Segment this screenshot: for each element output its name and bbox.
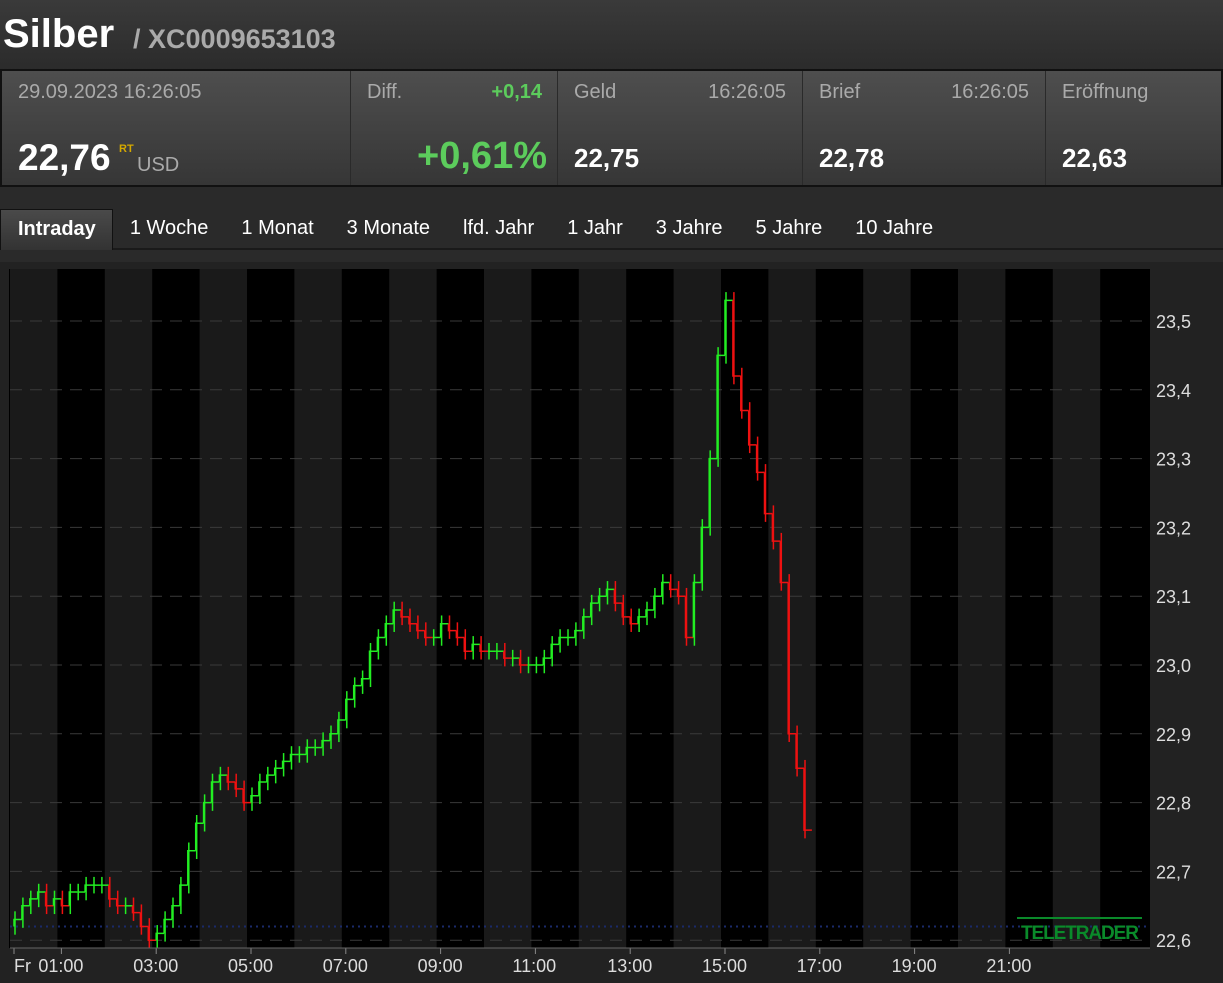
realtime-badge: RT: [119, 143, 134, 155]
hour-stripe: [578, 269, 627, 948]
x-tick-label: 15:00: [702, 956, 747, 976]
hour-stripe: [10, 269, 58, 948]
currency: USD: [137, 154, 180, 176]
diff-cell: Diff. +0,14 +0,61%: [351, 71, 558, 185]
tab-5-jahre[interactable]: 5 Jahre: [739, 209, 839, 250]
tab-10-jahre[interactable]: 10 Jahre: [838, 209, 949, 250]
brief-cell: Brief 16:26:05 22,78: [803, 71, 1046, 185]
timeframe-tabs: Intraday 1 Woche 1 Monat 3 Monate lfd. J…: [0, 209, 1223, 250]
hour-stripe: [673, 269, 721, 948]
hour-stripe: [199, 269, 247, 948]
geld-value: 22,75: [574, 143, 640, 173]
hour-stripe: [389, 269, 437, 948]
x-tick-label: 09:00: [418, 956, 463, 976]
open-cell: Eröffnung 22,63: [1046, 71, 1221, 185]
last-price-cell: 29.09.2023 16:26:05 22,76 RT USD: [2, 71, 351, 185]
x-tick-label: 17:00: [797, 956, 842, 976]
y-tick-label: 22,9: [1156, 725, 1191, 745]
y-tick-label: 23,1: [1156, 587, 1191, 607]
tab-1-woche[interactable]: 1 Woche: [113, 209, 225, 250]
hour-stripe: [863, 269, 911, 948]
y-tick-label: 23,5: [1156, 312, 1191, 332]
hour-stripe: [958, 269, 1006, 948]
hour-stripe: [1052, 269, 1101, 948]
last-price: 22,76: [18, 137, 111, 178]
y-tick-label: 23,3: [1156, 450, 1191, 470]
x-tick-label: 19:00: [892, 956, 937, 976]
watermark-text: TELETRADER: [1021, 923, 1139, 944]
tab-lfd-jahr[interactable]: lfd. Jahr: [446, 209, 550, 250]
x-tick-label: 03:00: [133, 956, 178, 976]
hour-stripe: [104, 269, 153, 948]
instrument-title: Silber: [3, 12, 115, 56]
hour-stripe: [768, 269, 816, 948]
geld-time: 16:26:05: [708, 81, 786, 103]
diff-absolute: +0,14: [491, 81, 542, 103]
diff-percent: +0,61%: [417, 135, 547, 177]
brief-time: 16:26:05: [951, 81, 1029, 103]
geld-label: Geld: [574, 81, 617, 103]
open-value: 22,63: [1062, 143, 1128, 173]
brief-value: 22,78: [819, 143, 885, 173]
quote-panel: 29.09.2023 16:26:05 22,76 RT USD Diff. +…: [0, 69, 1223, 187]
isin: / XC0009653103: [133, 24, 336, 55]
tab-1-monat[interactable]: 1 Monat: [224, 209, 329, 250]
header-bar: Silber / XC0009653103: [0, 0, 1223, 70]
tab-3-jahre[interactable]: 3 Jahre: [639, 209, 739, 250]
separator: /: [133, 24, 141, 54]
x-tick-label: Fr: [14, 956, 31, 976]
y-tick-label: 23,4: [1156, 381, 1191, 401]
y-tick-label: 22,7: [1156, 862, 1191, 882]
intraday-chart: 23,5 23,4 23,3 23,2 23,1 23,0 22,9 22,8 22,7 22,6…: [0, 262, 1223, 983]
tab-1-jahr[interactable]: 1 Jahr: [550, 209, 639, 250]
geld-cell: Geld 16:26:05 22,75: [558, 71, 803, 185]
x-tick-label: 21:00: [986, 956, 1031, 976]
hour-stripe: [294, 269, 342, 948]
x-tick-label: 05:00: [228, 956, 273, 976]
y-tick-label: 22,8: [1156, 794, 1191, 814]
isin-code: XC0009653103: [148, 24, 336, 54]
hour-stripe: [484, 269, 532, 948]
open-label: Eröffnung: [1062, 81, 1149, 103]
y-tick-label: 23,0: [1156, 656, 1191, 676]
y-tick-label: 22,6: [1156, 931, 1191, 951]
tab-3-monate[interactable]: 3 Monate: [330, 209, 446, 250]
x-tick-label: 11:00: [512, 956, 556, 976]
quote-datetime: 29.09.2023 16:26:05: [18, 81, 202, 103]
diff-label: Diff.: [367, 81, 403, 103]
x-tick-label: 07:00: [323, 956, 368, 976]
x-tick-label: 01:00: [38, 956, 83, 976]
y-tick-label: 23,2: [1156, 518, 1191, 538]
brief-label: Brief: [819, 81, 861, 103]
x-tick-label: 13:00: [607, 956, 652, 976]
tab-intraday[interactable]: Intraday: [0, 209, 113, 250]
